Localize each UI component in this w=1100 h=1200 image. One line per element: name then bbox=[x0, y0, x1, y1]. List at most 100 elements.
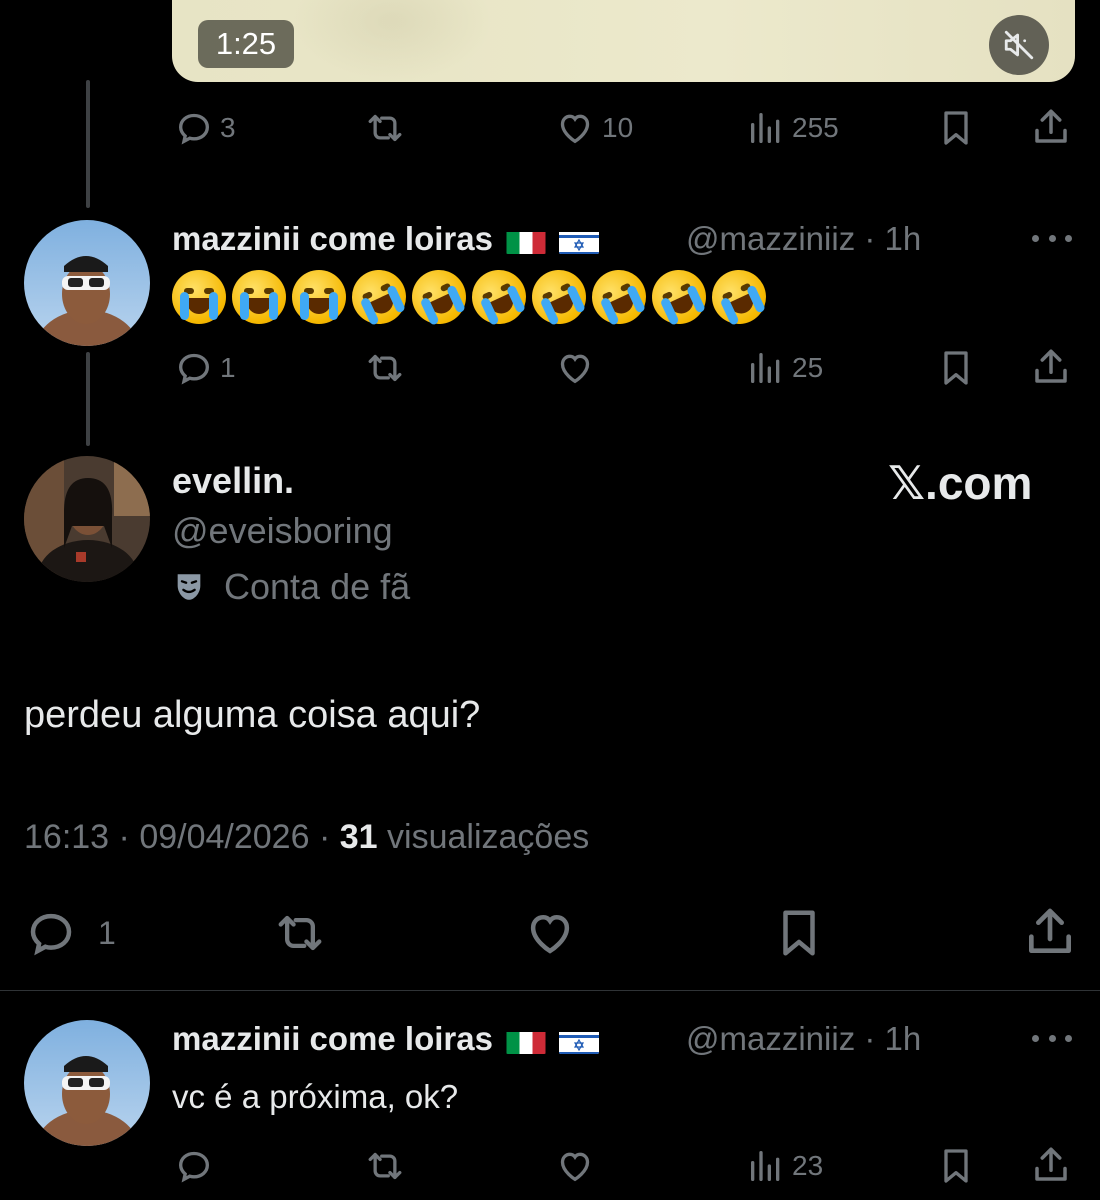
dot bbox=[1032, 234, 1039, 242]
bookmark-button[interactable] bbox=[936, 1146, 976, 1186]
display-name-text: mazzinii come loiras bbox=[172, 1020, 493, 1057]
display-name[interactable]: evellin. bbox=[172, 460, 294, 502]
share-button[interactable] bbox=[1022, 904, 1078, 960]
reply-button[interactable]: 1 bbox=[24, 906, 116, 960]
display-name[interactable]: mazzinii come loiras bbox=[172, 220, 600, 258]
reply-button[interactable]: 1 bbox=[174, 348, 236, 388]
emoji-part bbox=[180, 292, 189, 320]
tweet-time[interactable]: 16:13 bbox=[24, 818, 109, 856]
account-label[interactable]: Conta de fã bbox=[172, 566, 410, 608]
loudly-crying-face-emoji-icon bbox=[232, 270, 286, 324]
mute-button[interactable] bbox=[989, 15, 1049, 75]
display-name-text: mazzinii come loiras bbox=[172, 220, 493, 257]
theater-masks-icon bbox=[177, 574, 201, 600]
retweet-button[interactable] bbox=[362, 348, 408, 388]
like-button[interactable]: 10 bbox=[554, 108, 633, 148]
handle[interactable]: @mazziniiz bbox=[686, 220, 855, 257]
avatar[interactable] bbox=[24, 220, 150, 346]
separator: · bbox=[318, 818, 331, 856]
retweet-button[interactable] bbox=[362, 1146, 408, 1186]
loudly-crying-face-emoji-icon bbox=[292, 270, 346, 324]
rofl-emoji-icon bbox=[583, 261, 655, 333]
israel-flag-icon bbox=[559, 1028, 600, 1055]
speaker-muted-icon bbox=[1004, 30, 1034, 60]
retweet-icon bbox=[368, 354, 402, 382]
avatar-photo bbox=[24, 220, 150, 346]
emoji-part bbox=[240, 292, 249, 320]
timestamp[interactable]: 1h bbox=[885, 1020, 922, 1057]
rofl-emoji-icon bbox=[523, 261, 595, 333]
reply-icon bbox=[178, 353, 210, 385]
emoji-part bbox=[209, 292, 218, 320]
divider bbox=[0, 990, 1100, 991]
tweet-date[interactable]: 09/04/2026 bbox=[139, 818, 309, 856]
tweet-timestamp: 16:13 · 09/04/2026 · 31 visualizações bbox=[24, 818, 589, 857]
reply-emoji-text bbox=[172, 261, 775, 333]
reply-button[interactable]: 3 bbox=[174, 108, 236, 148]
views-count: 25 bbox=[792, 352, 824, 383]
views-button[interactable]: 25 bbox=[746, 348, 823, 388]
tweet-text: perdeu alguma coisa aqui? bbox=[24, 694, 481, 736]
views-button[interactable]: 255 bbox=[746, 108, 839, 148]
rofl-emoji-icon bbox=[643, 261, 715, 333]
like-button[interactable] bbox=[554, 348, 596, 388]
views-count: 255 bbox=[792, 112, 839, 143]
x-com-watermark: 𝕏.com bbox=[888, 457, 1033, 509]
emoji-part bbox=[187, 298, 211, 314]
views-button[interactable]: 23 bbox=[746, 1146, 823, 1186]
retweet-button[interactable] bbox=[362, 108, 408, 148]
rofl-emoji-icon bbox=[703, 261, 775, 333]
thread-line bbox=[86, 80, 90, 208]
heart-icon bbox=[560, 354, 590, 384]
bookmark-button[interactable] bbox=[936, 348, 976, 388]
video-player[interactable]: 1:25 bbox=[172, 0, 1075, 82]
handle[interactable]: @eveisboring bbox=[172, 510, 393, 552]
tweet-text: vc é a próxima, ok? bbox=[172, 1078, 459, 1115]
bookmark-button[interactable] bbox=[936, 108, 976, 148]
dot bbox=[1048, 1034, 1056, 1042]
dot bbox=[1065, 234, 1072, 242]
analytics-icon bbox=[751, 1151, 780, 1181]
italy-flag-icon bbox=[506, 1028, 546, 1055]
video-duration: 1:25 bbox=[198, 20, 294, 68]
display-name[interactable]: mazzinii come loiras bbox=[172, 1020, 600, 1058]
dot bbox=[1065, 1034, 1072, 1042]
dot bbox=[1032, 1034, 1039, 1042]
bookmark-icon bbox=[944, 111, 968, 145]
avatar[interactable] bbox=[24, 456, 150, 582]
timestamp[interactable]: 1h bbox=[885, 220, 922, 257]
retweet-button[interactable] bbox=[270, 906, 330, 960]
share-button[interactable] bbox=[1030, 106, 1072, 148]
separator: · bbox=[118, 818, 130, 856]
reply-icon bbox=[30, 913, 72, 956]
emoji-part bbox=[307, 298, 331, 314]
share-button[interactable] bbox=[1030, 1144, 1072, 1186]
reply-button[interactable] bbox=[174, 1146, 214, 1186]
share-button[interactable] bbox=[1030, 346, 1072, 388]
views-label: visualizações bbox=[387, 818, 590, 856]
account-label-text: Conta de fã bbox=[224, 566, 411, 607]
like-button[interactable] bbox=[522, 906, 578, 960]
emoji-part bbox=[300, 292, 309, 320]
reply-icon bbox=[178, 113, 210, 145]
reply-icon bbox=[178, 1151, 210, 1183]
separator: · bbox=[864, 1020, 876, 1057]
emoji-part bbox=[269, 292, 278, 320]
avatar[interactable] bbox=[24, 1020, 150, 1146]
reply-count: 1 bbox=[98, 914, 116, 951]
emoji-part bbox=[247, 298, 271, 314]
heart-icon bbox=[530, 914, 570, 954]
heart-icon bbox=[560, 114, 590, 144]
tweet-meta: @mazziniiz · 1h bbox=[686, 1020, 921, 1058]
more-options-button[interactable] bbox=[1032, 232, 1072, 244]
more-options-button[interactable] bbox=[1032, 1032, 1072, 1044]
bookmark-button[interactable] bbox=[772, 906, 826, 960]
avatar-photo bbox=[24, 456, 150, 582]
share-icon bbox=[1035, 109, 1067, 143]
handle[interactable]: @mazziniiz bbox=[686, 1020, 855, 1057]
retweet-icon bbox=[368, 1152, 402, 1180]
like-button[interactable] bbox=[554, 1146, 596, 1186]
rofl-emoji-icon bbox=[463, 261, 535, 333]
share-icon bbox=[1035, 1147, 1067, 1181]
views-count: 31 bbox=[339, 818, 378, 856]
